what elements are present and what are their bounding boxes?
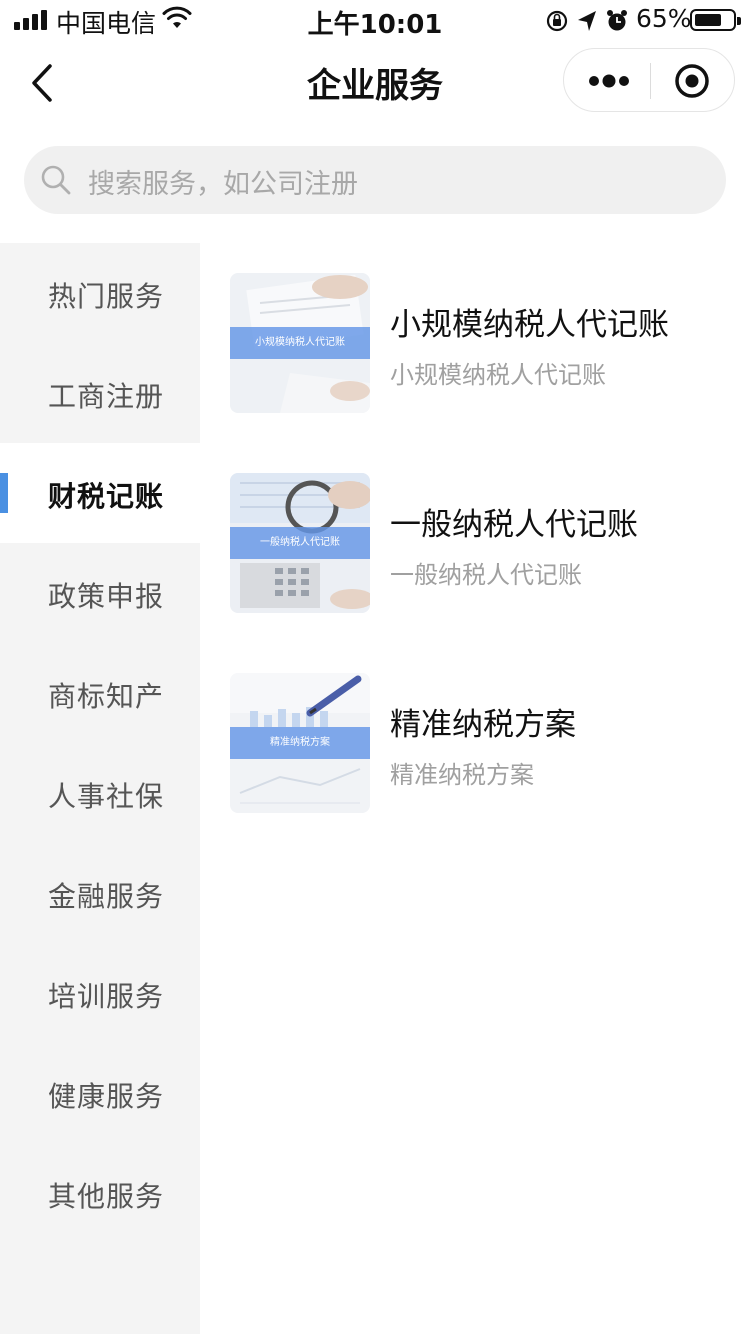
service-subtitle: 精准纳税方案 <box>390 761 534 789</box>
sidebar-item-trademark[interactable]: 商标知产 <box>0 643 200 743</box>
category-sidebar: 热门服务 工商注册 财税记账 政策申报 商标知产 人事社保 金融服务 培训服务 … <box>0 243 200 1334</box>
status-bar: 中国电信 上午10:01 65% <box>0 0 750 40</box>
sidebar-item-label: 财税记账 <box>48 480 165 513</box>
service-card[interactable]: 精准纳税方案 精准纳税方案 精准纳税方案 <box>230 673 730 813</box>
mini-program-capsule <box>563 48 735 112</box>
sidebar-item-label: 其他服务 <box>48 1180 165 1213</box>
service-card[interactable]: 一般纳税人代记账 一般纳税人代记账 一般纳税人代记账 <box>230 473 730 613</box>
rotation-lock-icon <box>546 10 568 32</box>
sidebar-item-label: 人事社保 <box>48 780 165 813</box>
thumbnail-caption: 一般纳税人代记账 <box>230 527 370 559</box>
nav-bar: 企业服务 <box>0 40 750 128</box>
sidebar-item-other[interactable]: 其他服务 <box>0 1143 200 1243</box>
thumbnail-caption: 小规模纳税人代记账 <box>230 327 370 359</box>
service-subtitle: 小规模纳税人代记账 <box>390 361 606 389</box>
search-icon <box>41 165 71 195</box>
sidebar-item-hot[interactable]: 热门服务 <box>0 243 200 343</box>
sidebar-item-label: 培训服务 <box>48 980 165 1013</box>
search-bar[interactable]: 搜索服务，如公司注册 <box>24 146 726 214</box>
more-dots-icon[interactable] <box>588 71 630 91</box>
sidebar-item-finance[interactable]: 金融服务 <box>0 843 200 943</box>
sidebar-item-label: 热门服务 <box>48 280 165 313</box>
sidebar-item-hr-social[interactable]: 人事社保 <box>0 743 200 843</box>
sidebar-item-label: 商标知产 <box>48 680 165 713</box>
sidebar-item-tax-accounting[interactable]: 财税记账 <box>0 443 200 543</box>
service-thumbnail: 一般纳税人代记账 <box>230 473 370 613</box>
service-thumbnail: 精准纳税方案 <box>230 673 370 813</box>
service-title: 小规模纳税人代记账 <box>390 307 669 343</box>
service-title: 精准纳税方案 <box>390 707 576 743</box>
sidebar-item-training[interactable]: 培训服务 <box>0 943 200 1043</box>
page: 中国电信 上午10:01 65% 企业服务 搜索服务，如公司注册 热门服务 工商… <box>0 0 750 1334</box>
active-indicator <box>0 473 8 513</box>
sidebar-item-label: 金融服务 <box>48 880 165 913</box>
location-icon <box>578 11 596 31</box>
sidebar-item-label: 健康服务 <box>48 1080 165 1113</box>
sidebar-item-label: 工商注册 <box>48 380 165 413</box>
sidebar-item-policy[interactable]: 政策申报 <box>0 543 200 643</box>
capsule-divider <box>650 63 651 99</box>
sidebar-item-business-registration[interactable]: 工商注册 <box>0 343 200 443</box>
battery-icon <box>690 9 741 31</box>
service-card[interactable]: 小规模纳税人代记账 小规模纳税人代记账 小规模纳税人代记账 <box>230 273 730 413</box>
thumbnail-caption: 精准纳税方案 <box>230 727 370 759</box>
sidebar-item-health[interactable]: 健康服务 <box>0 1043 200 1143</box>
service-thumbnail: 小规模纳税人代记账 <box>230 273 370 413</box>
battery-percent: 65% <box>636 4 692 33</box>
service-title: 一般纳税人代记账 <box>390 507 638 543</box>
search-placeholder: 搜索服务，如公司注册 <box>88 169 358 200</box>
alarm-icon <box>607 10 627 31</box>
sidebar-item-label: 政策申报 <box>48 580 165 613</box>
service-subtitle: 一般纳税人代记账 <box>390 561 582 589</box>
status-icons <box>546 10 627 32</box>
target-circle-icon[interactable] <box>674 63 710 99</box>
